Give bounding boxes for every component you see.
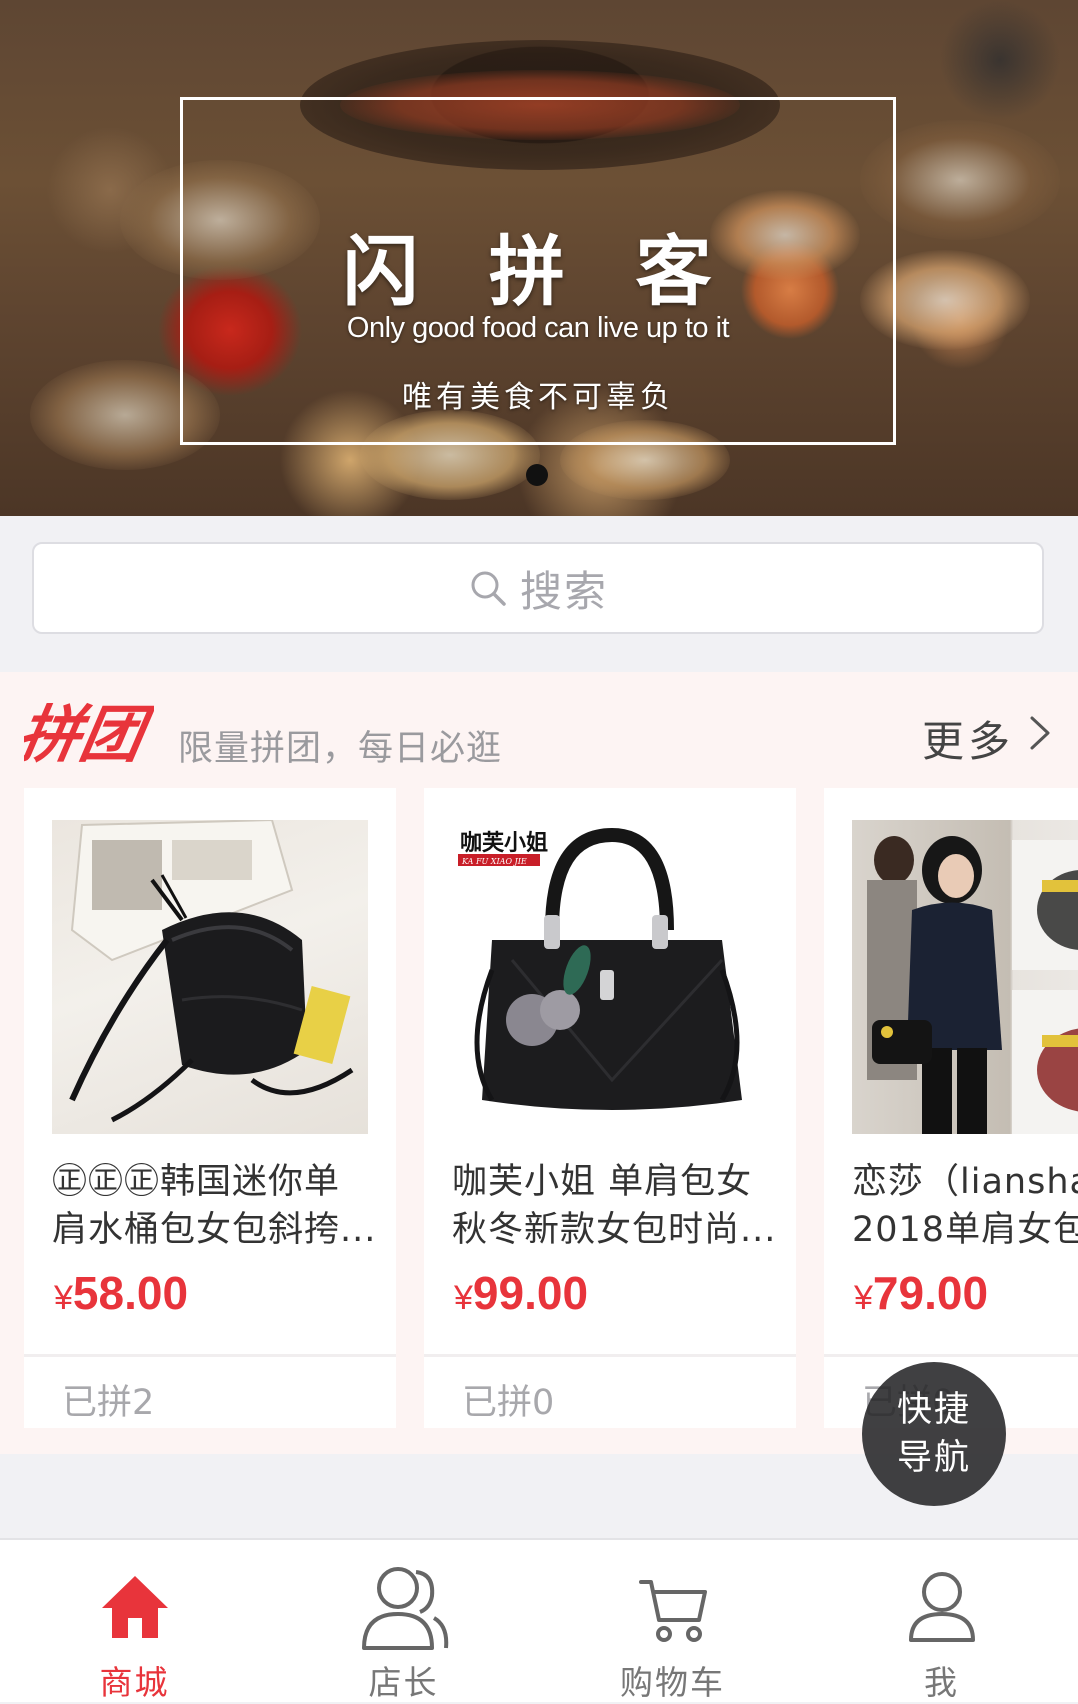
price-value: 79.00 <box>872 1267 989 1319</box>
product-name[interactable]: 咖芙小姐 单肩包女 <box>452 1158 782 1206</box>
product-image[interactable] <box>52 820 368 1134</box>
quick-nav-button[interactable]: 快捷 导航 <box>862 1362 1006 1506</box>
price-value: 58.00 <box>72 1267 189 1319</box>
tab-cart-label: 购物车 <box>620 1663 725 1702</box>
tab-mall[interactable]: 商城 <box>0 1540 269 1704</box>
search-icon <box>471 571 506 606</box>
product-price: ¥58.00 <box>54 1266 188 1320</box>
product-price: ¥79.00 <box>854 1266 988 1320</box>
product-image[interactable]: 咖芙小姐 KA FU XIAO JIE <box>452 820 768 1134</box>
search-input[interactable]: 搜索 <box>32 542 1044 634</box>
tab-shop-owner[interactable]: 店长 <box>269 1540 538 1704</box>
banner-subtitle-en: Only good food can live up to it <box>346 312 730 344</box>
price-currency: ¥ <box>454 1279 473 1317</box>
product-name-cont[interactable]: 肩水桶包女包斜挎... <box>52 1206 382 1254</box>
bucket-bag-illustration <box>69 820 354 1123</box>
joined-count: 已拼0 <box>462 1383 555 1423</box>
banner-title: 闪 拼 客 <box>342 227 734 316</box>
product-name[interactable]: 恋莎（liansha <box>852 1158 1078 1206</box>
group-buy-section: 拼团 限量拼团，每日必逛 更多 ㊣㊣㊣韩国迷你单 肩水桶包女包斜挎... ¥58… <box>0 672 1078 1454</box>
quick-nav-line1: 快捷 <box>896 1390 971 1430</box>
tab-mall-label: 商城 <box>99 1663 170 1702</box>
tab-me[interactable]: 我 <box>807 1540 1076 1704</box>
section-tagline: 限量拼团，每日必逛 <box>178 729 503 769</box>
model-with-bag-illustration <box>867 836 1078 1134</box>
tab-shop-owner-label: 店长 <box>368 1663 439 1702</box>
banner-subtitle-cn: 唯有美食不可辜负 <box>402 380 674 415</box>
tab-me-label: 我 <box>924 1663 959 1702</box>
card-divider <box>424 1354 796 1357</box>
product-card[interactable]: ㊣㊣㊣韩国迷你单 肩水桶包女包斜挎... ¥58.00 已拼2 <box>24 788 396 1428</box>
product-name-cont[interactable]: 2018单肩女包新 <box>852 1206 1078 1254</box>
quick-nav-line2: 导航 <box>896 1438 971 1478</box>
brand-mark: 咖芙小姐 <box>460 830 548 856</box>
price-currency: ¥ <box>54 1279 73 1317</box>
hero-banner[interactable]: 闪 拼 客 Only good food can live up to it 唯… <box>0 0 1078 516</box>
product-price: ¥99.00 <box>454 1266 588 1320</box>
product-name[interactable]: ㊣㊣㊣韩国迷你单 <box>52 1158 382 1206</box>
product-carousel[interactable]: ㊣㊣㊣韩国迷你单 肩水桶包女包斜挎... ¥58.00 已拼2 咖芙小姐 KA … <box>0 788 1078 1428</box>
tab-cart[interactable]: 购物车 <box>538 1540 807 1704</box>
handbag-illustration: 咖芙小姐 KA FU XIAO JIE <box>458 827 742 1110</box>
users-icon <box>361 1567 448 1650</box>
card-divider <box>824 1354 1078 1357</box>
joined-count: 已拼2 <box>62 1383 155 1423</box>
chevron-right-icon[interactable] <box>1028 714 1052 752</box>
price-currency: ¥ <box>854 1279 873 1317</box>
product-card[interactable]: 恋莎（liansha 2018单肩女包新 ¥79.00 已拼0 <box>824 788 1078 1428</box>
carousel-indicator-dot[interactable] <box>526 464 548 486</box>
section-header: 拼团 限量拼团，每日必逛 更多 <box>0 672 1078 788</box>
home-icon <box>101 1576 168 1638</box>
price-value: 99.00 <box>472 1267 589 1319</box>
bottom-tab-bar: 商城 店长 购物车 我 <box>0 1538 1078 1702</box>
group-buy-logo-text: 拼团 <box>24 698 154 770</box>
product-image[interactable] <box>852 820 1078 1134</box>
person-icon <box>908 1572 975 1642</box>
group-buy-logo: 拼团 <box>24 698 154 770</box>
brand-mark-sub: KA FU XIAO JIE <box>461 857 527 866</box>
product-card[interactable]: 咖芙小姐 KA FU XIAO JIE 咖芙小姐 单肩包女 秋冬新款女包时尚..… <box>424 788 796 1428</box>
cart-icon <box>638 1580 707 1642</box>
search-bar-area: 搜索 <box>0 516 1078 672</box>
product-name-cont[interactable]: 秋冬新款女包时尚... <box>452 1206 782 1254</box>
card-divider <box>24 1354 396 1357</box>
search-placeholder: 搜索 <box>519 566 608 616</box>
more-link[interactable]: 更多 <box>922 708 1014 769</box>
